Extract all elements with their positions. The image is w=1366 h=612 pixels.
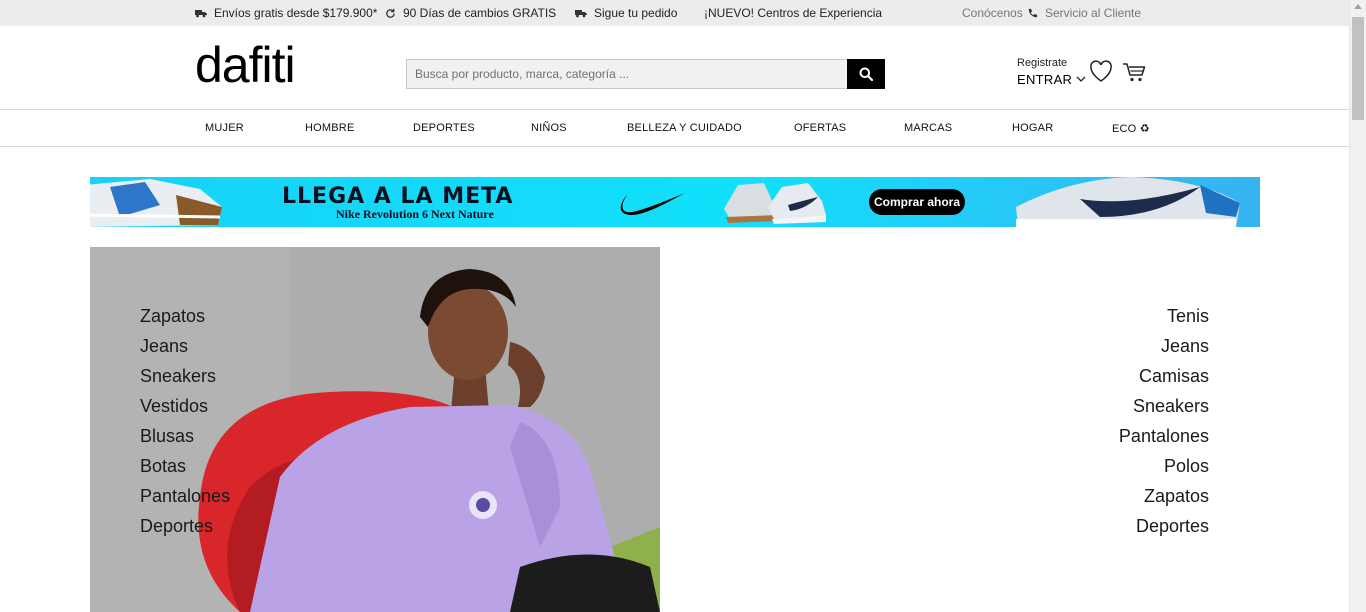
returns-notice[interactable]: 90 Días de cambios GRATIS (385, 6, 556, 20)
register-link[interactable]: Registrate (1017, 57, 1086, 69)
men-link-camisas[interactable]: Camisas (1119, 361, 1209, 391)
top-utility-bar: Envíos gratis desde $179.900* 90 Días de… (0, 0, 1349, 26)
truck-icon (575, 9, 587, 17)
banner-subline: Nike Revolution 6 Next Nature (336, 207, 494, 221)
returns-text: 90 Días de cambios GRATIS (403, 6, 557, 20)
nav-item-hogar[interactable]: HOGAR (1012, 122, 1053, 134)
search-input[interactable] (406, 59, 847, 89)
refresh-icon (386, 8, 395, 18)
sneaker-image-left (90, 179, 222, 227)
category-nav: MUJER HOMBRE DEPORTES NIÑOS BELLEZA Y CU… (0, 110, 1349, 147)
men-link-polos[interactable]: Polos (1119, 451, 1209, 481)
women-link-jeans[interactable]: Jeans (140, 331, 230, 361)
login-link[interactable]: ENTRAR (1017, 72, 1086, 87)
men-link-tenis[interactable]: Tenis (1119, 301, 1209, 331)
free-shipping-text: Envíos gratis desde $179.900* (214, 6, 378, 20)
nav-item-ninos[interactable]: NIÑOS (531, 122, 567, 134)
women-link-vestidos[interactable]: Vestidos (140, 391, 230, 421)
nav-item-ofertas[interactable]: OFERTAS (794, 122, 846, 134)
nav-item-belleza[interactable]: BELLEZA Y CUIDADO (627, 122, 742, 134)
women-link-blusas[interactable]: Blusas (140, 421, 230, 451)
men-link-sneakers[interactable]: Sneakers (1119, 391, 1209, 421)
nav-item-deportes[interactable]: DEPORTES (413, 122, 475, 134)
dafiti-logo[interactable]: dafiti (195, 40, 296, 90)
nav-item-hombre[interactable]: HOMBRE (305, 122, 354, 134)
customer-service-text: Servicio al Cliente (1045, 6, 1142, 20)
sneaker-image-right (1016, 177, 1240, 227)
banner-headline: LLEGA A LA META (282, 184, 514, 209)
men-link-zapatos[interactable]: Zapatos (1119, 481, 1209, 511)
order-tracking-link[interactable]: Sigue tu pedido (575, 6, 677, 20)
account-menu[interactable]: Registrate ENTRAR (1017, 57, 1086, 87)
nav-item-mujer[interactable]: MUJER (205, 122, 244, 134)
women-link-deportes[interactable]: Deportes (140, 511, 230, 541)
order-tracking-text: Sigue tu pedido (594, 6, 678, 20)
women-link-botas[interactable]: Botas (140, 451, 230, 481)
nav-item-marcas[interactable]: MARCAS (904, 122, 952, 134)
experience-centers-text: ¡NUEVO! Centros de Experiencia (704, 6, 883, 20)
women-link-pantalones[interactable]: Pantalones (140, 481, 230, 511)
nav-item-eco[interactable]: ECO ♻ (1112, 122, 1150, 135)
scrollbar-thumb[interactable] (1352, 17, 1364, 120)
login-label: ENTRAR (1017, 72, 1073, 87)
about-text: Conócenos (962, 6, 1023, 20)
search-bar (406, 59, 885, 89)
cart-icon[interactable] (1122, 62, 1146, 83)
women-link-zapatos[interactable]: Zapatos (140, 301, 230, 331)
about-link[interactable]: Conócenos (962, 6, 1023, 20)
search-icon (859, 67, 873, 81)
phone-icon (1028, 8, 1038, 17)
sneaker-image-center (724, 183, 826, 224)
women-category-links: Zapatos Jeans Sneakers Vestidos Blusas B… (140, 301, 230, 541)
experience-centers-link[interactable]: ¡NUEVO! Centros de Experiencia (704, 6, 882, 20)
search-button[interactable] (847, 59, 885, 89)
promo-banner[interactable]: LLEGA A LA META Nike Revolution 6 Next N… (90, 177, 1260, 227)
free-shipping-notice[interactable]: Envíos gratis desde $179.900* (195, 6, 377, 20)
shop-now-button[interactable]: Comprar ahora (869, 189, 965, 215)
men-link-pantalones[interactable]: Pantalones (1119, 421, 1209, 451)
truck-icon (195, 9, 207, 17)
nike-swoosh-icon (620, 193, 685, 216)
men-link-jeans[interactable]: Jeans (1119, 331, 1209, 361)
heart-icon[interactable] (1089, 60, 1113, 83)
customer-service-link[interactable]: Servicio al Cliente (1027, 6, 1141, 20)
chevron-down-icon (1076, 76, 1086, 82)
scroll-up-arrow-icon[interactable] (1354, 4, 1362, 9)
site-header: dafiti Registrate ENTRAR (0, 26, 1349, 110)
page-scrollbar[interactable] (1349, 0, 1366, 612)
men-link-deportes[interactable]: Deportes (1119, 511, 1209, 541)
women-link-sneakers[interactable]: Sneakers (140, 361, 230, 391)
men-category-links: Tenis Jeans Camisas Sneakers Pantalones … (1119, 301, 1209, 541)
